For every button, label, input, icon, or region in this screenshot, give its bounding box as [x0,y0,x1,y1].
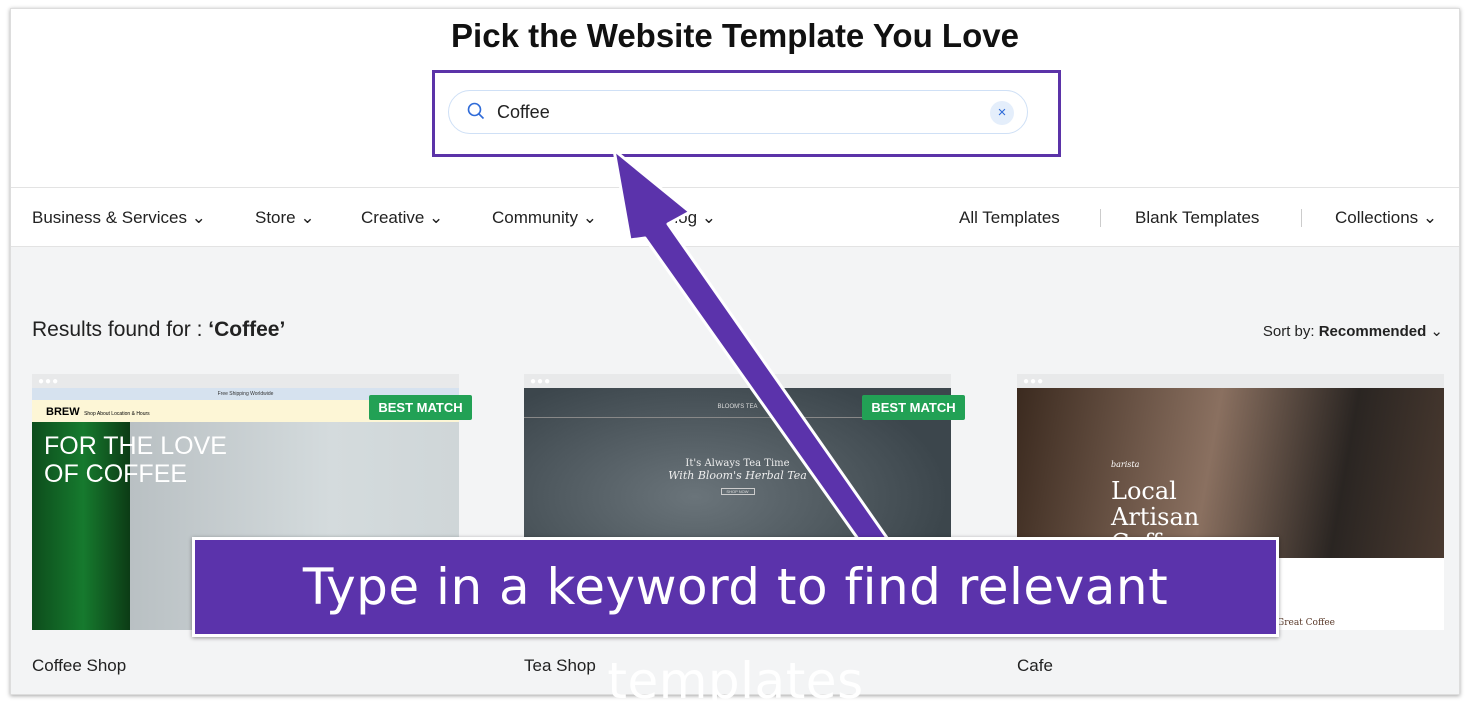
annotation-banner: Type in a keyword to find relevant templ… [192,537,1279,710]
